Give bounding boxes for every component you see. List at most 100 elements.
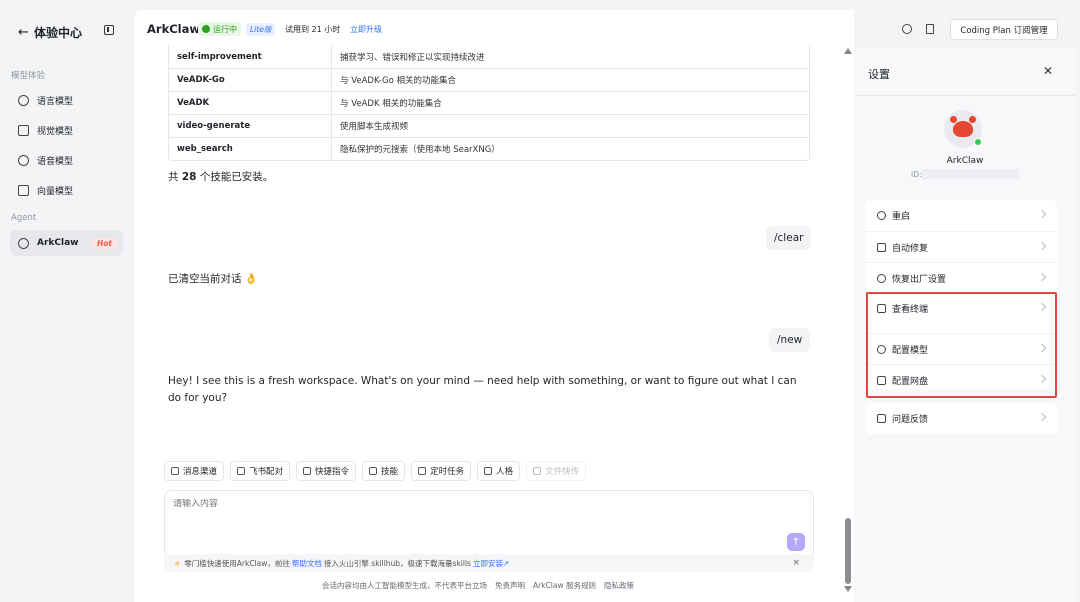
skills-chip[interactable]: 技能 [362, 461, 406, 481]
summary-prefix: 共 [168, 171, 182, 183]
disclaimer-link[interactable]: 免责声明 [495, 580, 525, 591]
chip-label: 飞书配对 [249, 467, 284, 477]
message-icon [171, 467, 179, 475]
app-name: ArkClaw [147, 22, 200, 36]
arrow-up-icon: ↑ [791, 536, 801, 548]
skill-desc: 与 VeADK 相关的功能集合 [340, 99, 442, 109]
upgrade-link[interactable]: 立即升级 [350, 24, 382, 35]
shortcuts-chip[interactable]: 快捷指令 [296, 461, 357, 481]
disclaimer-text: 会话内容均由人工智能模型生成，不代表平台立场 [322, 581, 487, 590]
tip-bar: ✳ 零门槛快速使用ArkClaw，前往 帮助文档 接入火山引擎 skillhub… [164, 554, 814, 572]
user-message-bubble: /clear [766, 226, 812, 250]
id-label: ID: [911, 170, 922, 179]
chevron-right-icon [1037, 272, 1047, 282]
edition-badge: Lite版 [246, 23, 276, 36]
persona-chip[interactable]: 人格 [477, 461, 521, 481]
settings-group-system: 重启 自动修复 恢复出厂设置 [865, 200, 1057, 293]
assistant-message: 已清空当前对话 👌 [168, 273, 258, 285]
sidebar-header: ← 体验中心 [18, 22, 118, 42]
user-message-bubble: /new [769, 328, 811, 352]
table-row: self-improvement 捕获学习、错误和修正以实现持续改进 [169, 45, 809, 68]
chat-panel: ArkClaw 运行中 Lite版 试用到 21 小时 立即升级 self-im… [134, 10, 854, 602]
settings-title: 设置 [868, 68, 890, 81]
factory-reset-item[interactable]: 恢复出厂设置 [865, 262, 1057, 293]
section-label-models: 模型体验 [11, 71, 46, 81]
chevron-right-icon [1037, 412, 1047, 422]
feishu-pair-chip[interactable]: 飞书配对 [230, 461, 291, 481]
command-icon [303, 467, 312, 475]
sidebar-item-speech-model[interactable]: 语音模型 [10, 147, 123, 173]
install-now-link[interactable]: 立即安装↗ [473, 558, 509, 569]
wrench-icon [877, 242, 886, 252]
link-icon [237, 467, 246, 475]
channels-chip[interactable]: 消息渠道 [164, 461, 225, 481]
composer-toolbar: 消息渠道 飞书配对 快捷指令 技能 定时任务 人格 文件快传 [164, 461, 587, 481]
restart-item[interactable]: 重启 [865, 200, 1057, 231]
language-model-icon [18, 94, 29, 106]
scroll-down-arrow[interactable] [844, 586, 852, 592]
assistant-message: Hey! I see this is a fresh workspace. Wh… [168, 375, 797, 404]
coding-plan-button[interactable]: Coding Plan 订阅管理 [950, 19, 1058, 40]
alarm-icon [418, 467, 427, 475]
gear-icon[interactable] [902, 24, 912, 34]
section-label-agent: Agent [11, 213, 37, 223]
collapse-sidebar-icon[interactable] [104, 25, 114, 35]
help-docs-link[interactable]: 帮助文档 [292, 558, 322, 569]
sidebar-item-arkclaw[interactable]: ArkClaw Hot [10, 230, 123, 256]
composer: ↑ [164, 490, 814, 558]
document-icon[interactable] [926, 24, 934, 34]
privacy-policy-link[interactable]: 隐私政策 [604, 580, 634, 591]
sparkle-icon: ✳ [174, 558, 181, 568]
auto-repair-item[interactable]: 自动修复 [865, 231, 1057, 262]
left-sidebar: ← 体验中心 模型体验 语言模型 视觉模型 语音模型 向量模型 Agent Ar… [0, 0, 134, 602]
table-row: video-generate 使用脚本生成视频 [169, 114, 809, 137]
skill-name: web_search [169, 138, 332, 160]
table-row: web_search 隐私保护的元搜索（使用本地 SearXNG） [169, 137, 809, 160]
item-label: 重启 [892, 212, 911, 222]
scheduled-tasks-chip[interactable]: 定时任务 [411, 461, 472, 481]
sidebar-item-language-model[interactable]: 语言模型 [10, 87, 123, 113]
crab-logo-icon [950, 116, 976, 137]
table-row: VeADK 与 VeADK 相关的功能集合 [169, 91, 809, 114]
tip-text: 零门槛快速使用ArkClaw，前往 [184, 558, 290, 568]
sidebar-item-vision-model[interactable]: 视觉模型 [10, 117, 123, 143]
highlight-box [866, 292, 1057, 398]
speech-model-icon [18, 154, 29, 166]
skill-name: video-generate [169, 115, 332, 137]
vector-model-icon [18, 184, 29, 196]
skill-desc: 捕获学习、错误和修正以实现持续改进 [340, 52, 485, 63]
footer: 会话内容均由人工智能模型生成，不代表平台立场 免责声明 ArkClaw 服务规则… [322, 580, 634, 591]
chip-label: 定时任务 [430, 467, 465, 477]
scrollbar-thumb[interactable] [845, 518, 851, 584]
item-label: 问题反馈 [892, 415, 929, 425]
chevron-right-icon [1037, 241, 1047, 251]
sidebar-item-label: ArkClaw [37, 238, 79, 248]
arrow-left-icon[interactable]: ← [18, 25, 32, 40]
sidebar-item-vector-model[interactable]: 向量模型 [10, 177, 123, 203]
feedback-item[interactable]: 问题反馈 [865, 403, 1057, 434]
skills-table: self-improvement 捕获学习、错误和修正以实现持续改进 VeADK… [168, 45, 810, 161]
arkclaw-icon [18, 237, 29, 249]
skill-name: VeADK [169, 92, 332, 114]
close-tip-icon[interactable]: × [792, 558, 800, 568]
message-input[interactable] [173, 499, 773, 509]
id-value-redacted [921, 169, 1019, 179]
restart-icon [877, 211, 886, 220]
file-transfer-icon [533, 467, 542, 475]
skills-summary: 共 28 个技能已安装。 [168, 169, 273, 184]
skill-name: self-improvement [169, 45, 332, 68]
avatar [944, 110, 982, 148]
scroll-up-arrow[interactable] [844, 48, 852, 54]
tools-icon [369, 467, 378, 475]
service-rules-link[interactable]: ArkClaw 服务规则 [533, 580, 596, 591]
sidebar-title: 体验中心 [34, 25, 83, 40]
sidebar-item-label: 视觉模型 [37, 126, 74, 137]
tip-text: 接入火山引擎 skillhub，极速下载海量skills [323, 558, 471, 568]
chip-label: 人格 [496, 467, 514, 477]
sidebar-item-label: 向量模型 [37, 186, 74, 197]
skill-desc: 与 VeADK-Go 相关的功能集合 [340, 76, 456, 86]
skills-count: 28 [181, 171, 197, 183]
close-icon[interactable]: ✕ [1043, 64, 1053, 78]
send-button[interactable]: ↑ [787, 533, 805, 551]
vision-model-icon [18, 124, 29, 136]
